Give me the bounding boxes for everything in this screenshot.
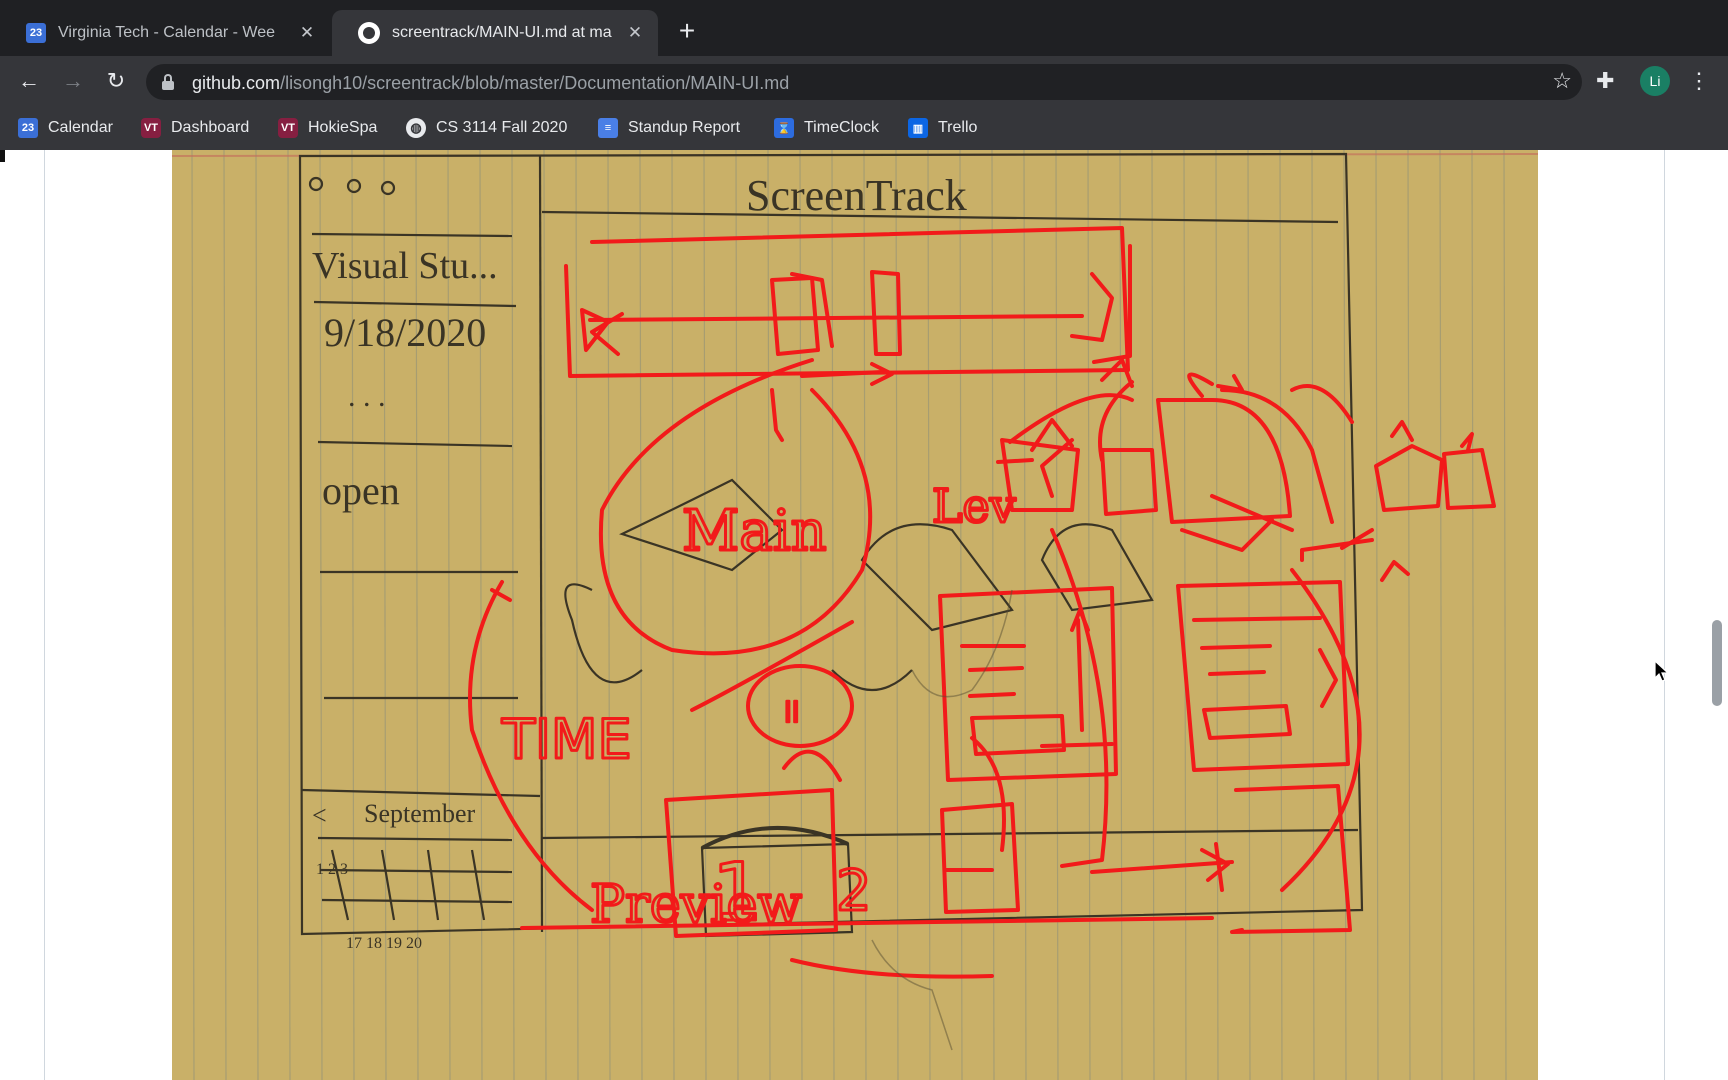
lock-icon <box>162 74 174 90</box>
calendar-icon: 23 <box>18 118 38 138</box>
vt-logo-icon: VT <box>141 118 161 138</box>
sketch-time-label: TIME <box>501 708 632 771</box>
bookmark-label: Standup Report <box>628 119 741 136</box>
bookmark-label: CS 3114 Fall 2020 <box>436 119 568 136</box>
back-icon[interactable]: ← <box>14 66 44 96</box>
bookmark-label: Calendar <box>48 119 113 136</box>
bookmark-label: TimeClock <box>804 119 879 136</box>
calendar-favicon-icon: 23 <box>26 23 46 43</box>
content-border-right <box>1664 150 1665 1080</box>
kebab-menu-icon[interactable]: ⋮ <box>1688 66 1710 96</box>
bookmark-calendar[interactable]: 23 Calendar <box>18 116 113 140</box>
sketch-date: 9/18/2020 <box>324 310 486 355</box>
sketch-main-label: Main <box>682 499 827 564</box>
content-border-left <box>44 150 45 1080</box>
page-content: ScreenTrack Visual Stu... 9/18/2020 . . … <box>0 150 1728 1080</box>
trello-icon: ▥ <box>908 118 928 138</box>
mouse-cursor-icon <box>1654 660 1670 682</box>
tab-title: screentrack/MAIN-UI.md at ma <box>392 24 612 41</box>
bookmark-cs3114[interactable]: ◍ CS 3114 Fall 2020 <box>406 116 567 140</box>
sketch-days-row1: 1 2 3 <box>316 861 348 878</box>
bookmark-trello[interactable]: ▥ Trello <box>908 116 977 140</box>
bookmark-dashboard[interactable]: VT Dashboard <box>141 116 249 140</box>
scrollbar-thumb[interactable] <box>1712 620 1722 706</box>
new-tab-button[interactable]: + <box>672 16 702 46</box>
tab-strip: 23 Virginia Tech - Calendar - Wee ✕ scre… <box>0 0 1728 56</box>
bookmark-star-icon[interactable]: ☆ <box>1552 68 1572 94</box>
forward-icon[interactable]: → <box>58 66 88 96</box>
sketch-ellipsis: . . . <box>348 380 386 413</box>
address-bar[interactable]: github.com/lisongh10/screentrack/blob/ma… <box>146 64 1582 100</box>
globe-icon: ◍ <box>406 118 426 138</box>
url-path: /lisongh10/screentrack/blob/master/Docum… <box>280 73 790 93</box>
bookmark-label: Dashboard <box>171 119 250 136</box>
reload-icon[interactable]: ↻ <box>101 66 131 96</box>
sketch-days-row2: 17 18 19 20 <box>346 935 422 952</box>
page-edge-marker <box>0 150 5 162</box>
bookmark-hokiespa[interactable]: VT HokieSpa <box>278 116 377 140</box>
browser-toolbar: ← → ↻ github.com/lisongh10/screentrack/b… <box>0 56 1728 106</box>
hourglass-icon: ⌛ <box>774 118 794 138</box>
url-text: github.com/lisongh10/screentrack/blob/ma… <box>192 73 789 94</box>
tab-title: Virginia Tech - Calendar - Wee <box>58 24 275 41</box>
sketch-level-label: Lev <box>932 479 1016 533</box>
vt-logo-icon: VT <box>278 118 298 138</box>
bookmark-label: HokieSpa <box>308 119 378 136</box>
sketch-app-label: Visual Stu... <box>312 245 498 287</box>
bookmarks-bar: 23 Calendar VT Dashboard VT HokieSpa ◍ CS 31… <box>0 106 1728 151</box>
ui-sketch-photo: ScreenTrack Visual Stu... 9/18/2020 . . … <box>172 150 1538 1080</box>
bookmark-standup-report[interactable]: ≡ Standup Report <box>598 116 740 140</box>
sketch-open-label: open <box>322 468 400 513</box>
github-favicon-icon <box>358 22 380 44</box>
extensions-puzzle-icon[interactable]: ✚ <box>1596 68 1614 94</box>
close-icon[interactable]: ✕ <box>296 22 318 44</box>
sketch-month-prev: < <box>312 801 327 830</box>
tab-calendar[interactable]: 23 Virginia Tech - Calendar - Wee ✕ <box>0 10 330 56</box>
sketch-number-2: 2 <box>836 859 872 924</box>
sketch-month: September <box>364 799 476 828</box>
url-host: github.com <box>192 73 281 93</box>
bookmark-label: Trello <box>938 119 978 136</box>
sketch-pause-label: ll <box>784 696 800 729</box>
bookmark-timeclock[interactable]: ⌛ TimeClock <box>774 116 879 140</box>
sketch-title: ScreenTrack <box>746 171 967 220</box>
profile-avatar[interactable]: Li <box>1640 66 1670 96</box>
tab-github[interactable]: screentrack/MAIN-UI.md at ma ✕ <box>332 10 658 56</box>
document-icon: ≡ <box>598 118 618 138</box>
close-icon[interactable]: ✕ <box>624 22 646 44</box>
